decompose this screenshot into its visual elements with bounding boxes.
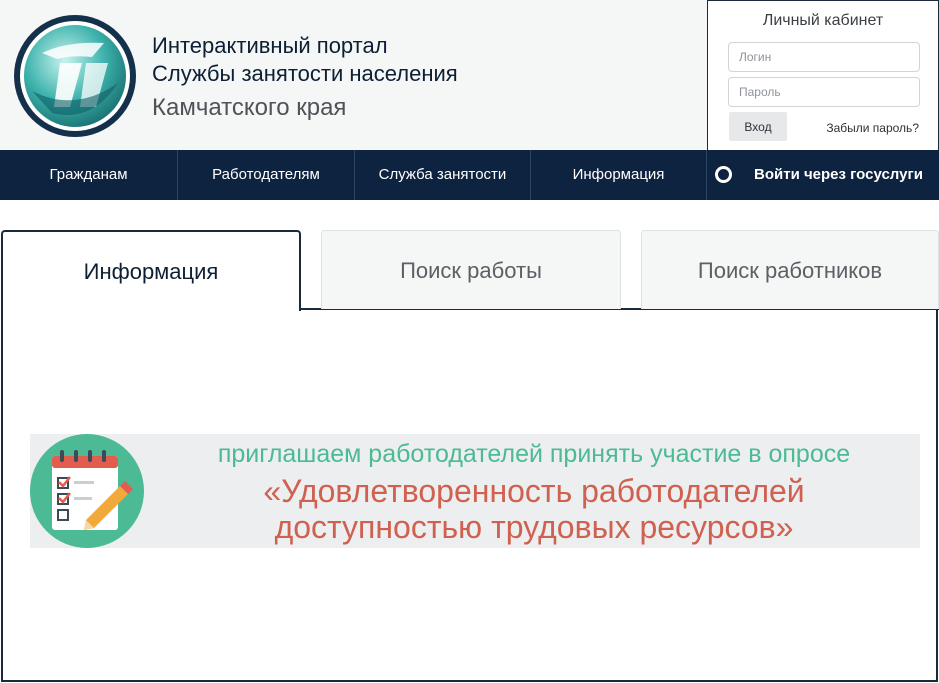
nav-item-employers[interactable]: Работодателям: [178, 150, 354, 200]
tab-information[interactable]: Информация: [1, 230, 301, 311]
banner-invitation-text: приглашаем работодателей принять участие…: [217, 440, 851, 468]
login-panel: Личный кабинет Вход Забыли пароль?: [707, 0, 939, 152]
portal-region-title: Камчатского края: [152, 94, 347, 121]
site-header: Интерактивный портал Службы занятости на…: [0, 0, 707, 150]
login-panel-title: Личный кабинет: [762, 12, 884, 29]
banner-survey-title-line1: «Удовлетворенность работодателей: [263, 473, 805, 509]
banner-survey-title-line2: доступностью трудовых ресурсов»: [274, 509, 794, 545]
login-button[interactable]: Вход: [729, 112, 787, 141]
gosuslugi-login-button[interactable]: Войти через госуслуги: [707, 150, 939, 200]
portal-title-line1: Интерактивный портал: [152, 33, 388, 58]
portal-title-line2: Службы занятости населения: [152, 61, 458, 86]
portal-logo-icon[interactable]: [12, 13, 138, 139]
tab-job-search[interactable]: Поиск работы: [321, 230, 621, 309]
nav-item-employment-service[interactable]: Служба занятости: [355, 150, 530, 200]
page: Интерактивный портал Службы занятости на…: [0, 0, 939, 683]
nav-item-information[interactable]: Информация: [531, 150, 706, 200]
tab-worker-search[interactable]: Поиск работников: [641, 230, 939, 309]
survey-banner[interactable]: приглашаем работодателей принять участие…: [30, 434, 920, 548]
tab-content-panel: приглашаем работодателей принять участие…: [1, 309, 938, 682]
login-input[interactable]: [728, 42, 920, 72]
circle-icon: [715, 166, 732, 183]
gosuslugi-login-label: Войти через госуслуги: [754, 166, 923, 183]
checklist-pencil-icon: [30, 434, 144, 548]
password-input[interactable]: [728, 77, 920, 107]
main-nav: Гражданам Работодателям Служба занятости…: [0, 150, 939, 200]
nav-item-citizens[interactable]: Гражданам: [0, 150, 177, 200]
forgot-password-link[interactable]: Забыли пароль?: [826, 121, 919, 135]
